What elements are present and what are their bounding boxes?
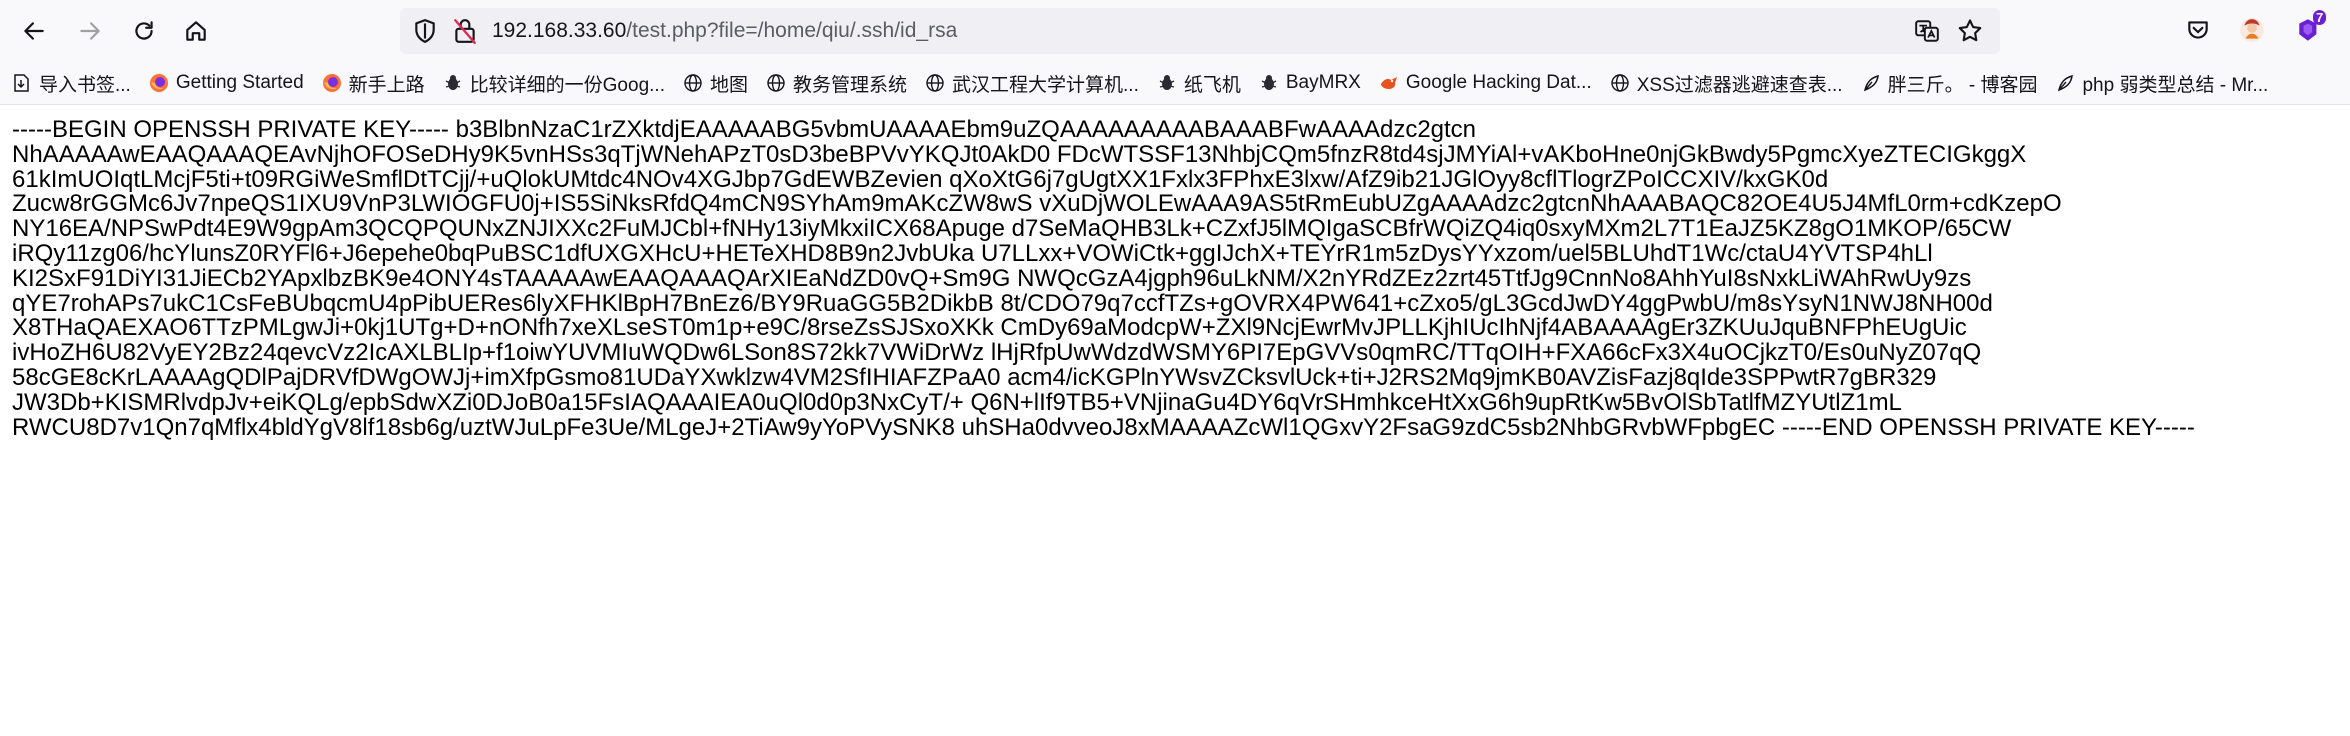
address-bar[interactable]: 192.168.33.60/test.php?file=/home/qiu/.s… (400, 8, 2000, 54)
bookmark-label: php 弱类型总结 - Mr... (2082, 74, 2269, 96)
key-text-line: JW3Db+KISMRlvdpJv+eiKQLg/epbSdwXZi0DJoB0… (12, 388, 1902, 416)
bookmark-item[interactable]: 新手上路 (322, 66, 425, 100)
bookmark-label: 新手上路 (348, 74, 425, 96)
home-button[interactable] (178, 13, 214, 49)
globe-icon (1610, 73, 1630, 93)
pocket-button[interactable] (2182, 14, 2214, 46)
bookmark-item[interactable]: Google Hacking Dat... (1379, 66, 1592, 100)
firefox-icon (149, 73, 169, 93)
bookmark-item[interactable]: XSS过滤器逃避速查表... (1610, 66, 1843, 100)
bug-icon (443, 73, 463, 93)
bookmarks-toolbar: 导入书签... Getting Started 新手上路 比较详细的一份Goog...… (0, 62, 2350, 105)
key-text-line: KI2SxF91DiYI31JiECb2YApxlbzBK9e4ONY4sTAA… (12, 264, 1972, 292)
key-text-line: RWCU8D7v1Qn7qMflx4bldYgV8lf18sb6g/uztWJu… (12, 413, 2195, 441)
forward-button[interactable] (72, 13, 108, 49)
key-text-line: X8THaQAEXAO6TTzPMLgwJi+0kj1UTg+D+nONfh7x… (12, 314, 1967, 342)
extension-badge-count: 7 (2313, 10, 2327, 25)
firefox-icon (322, 73, 342, 93)
bookmark-star-icon[interactable] (1956, 17, 1984, 45)
key-text-line: iRQy11zg06/hcYlunsZ0RYFl6+J6epehe0bqPuBS… (12, 239, 1933, 267)
bookmark-item[interactable]: php 弱类型总结 - Mr... (2055, 66, 2268, 100)
bookmark-item[interactable]: 教务管理系统 (766, 66, 907, 100)
bookmark-item[interactable]: 武汉工程大学计算机... (925, 66, 1139, 100)
key-text-line: NhAAAAAwEAAQAAAQEAvNjhOFOSeDHy9K5vnHSs3q… (12, 140, 2027, 168)
bug-icon (1259, 73, 1279, 93)
account-avatar-icon (2240, 18, 2264, 42)
key-text-line: 58cGE8cKrLAAAAgQDlPajDRVfDWgOWJj+imXfpGs… (12, 363, 1937, 391)
key-text-line: 61kImUOIqtLMcjF5ti+t09RGiWeSmflDtTCjj/+u… (12, 165, 1829, 193)
bookmark-label: 纸飞机 (1183, 74, 1241, 96)
bookmark-item[interactable]: 地图 (683, 66, 748, 100)
back-button[interactable] (16, 13, 52, 49)
import-bookmarks-icon (12, 73, 32, 93)
account-button[interactable] (2236, 14, 2268, 46)
bookmark-label: 胖三斤。 - 博客园 (1887, 74, 2038, 96)
bookmark-item[interactable]: 纸飞机 (1157, 66, 1241, 100)
reload-icon (135, 21, 153, 40)
globe-icon (766, 73, 786, 93)
url-host: 192.168.33.60 (492, 19, 627, 42)
bookmark-label: 比较详细的一份Goog... (469, 74, 665, 96)
bookmark-label: 导入书签... (39, 74, 131, 96)
bookmark-item[interactable]: 比较详细的一份Goog... (443, 66, 665, 100)
forward-arrow-icon (80, 22, 100, 40)
globe-icon (925, 73, 945, 93)
bookmark-label: 武汉工程大学计算机... (952, 74, 1139, 96)
translate-icon[interactable] (1914, 18, 1940, 44)
key-text-line: Zucw8rGGMc6Jv7npeQS1IXU9VnP3LWIOGFU0j+IS… (12, 190, 2062, 218)
reload-button[interactable] (126, 13, 162, 49)
bookmark-label: BayMRX (1285, 72, 1361, 93)
ghdb-icon (1379, 73, 1399, 93)
bookmark-label: XSS过滤器逃避速查表... (1636, 74, 1843, 96)
key-text-line: -----BEGIN OPENSSH PRIVATE KEY----- b3Bl… (12, 116, 1477, 143)
bookmark-item[interactable]: BayMRX (1259, 66, 1361, 100)
url-path: /test.php?file=/home/qiu/.ssh/id_rsa (626, 19, 958, 42)
feather-icon (2055, 73, 2075, 93)
bookmark-label: Google Hacking Dat... (1405, 72, 1592, 93)
bookmark-label: 地图 (709, 74, 748, 96)
browser-toolbar: 192.168.33.60/test.php?file=/home/qiu/.s… (0, 0, 2350, 62)
bookmark-label: Getting Started (175, 72, 304, 93)
back-arrow-icon (24, 22, 44, 40)
key-text-line: ivHoZH6U82VyEY2Bz24qevcVz2IcAXLBLIp+f1oi… (12, 339, 1982, 367)
page-content: -----BEGIN OPENSSH PRIVATE KEY----- b3Bl… (12, 116, 2342, 441)
shield-icon[interactable] (412, 18, 438, 44)
home-icon (186, 21, 206, 41)
url-text[interactable]: 192.168.33.60/test.php?file=/home/qiu/.s… (492, 8, 957, 54)
feather-icon (1861, 73, 1881, 93)
insecure-lock-icon[interactable] (452, 17, 478, 45)
key-text-line: qYE7rohAPs7ukC1CsFeBUbqcmU4pPibUERes6lyX… (12, 289, 1993, 317)
globe-icon (683, 73, 703, 93)
bug-icon (1157, 73, 1177, 93)
pocket-icon (2188, 21, 2208, 39)
bookmark-item[interactable]: 导入书签... (12, 66, 131, 100)
bookmark-label: 教务管理系统 (793, 74, 908, 96)
bookmark-item[interactable]: Getting Started (149, 66, 304, 100)
key-text-line: NY16EA/NPSwPdt4E9W9gpAm3QCQPQUNxZNJIXXc2… (12, 215, 2012, 243)
bookmark-item[interactable]: 胖三斤。 - 博客园 (1861, 66, 2038, 100)
extensions-button[interactable]: 7 (2294, 10, 2327, 46)
